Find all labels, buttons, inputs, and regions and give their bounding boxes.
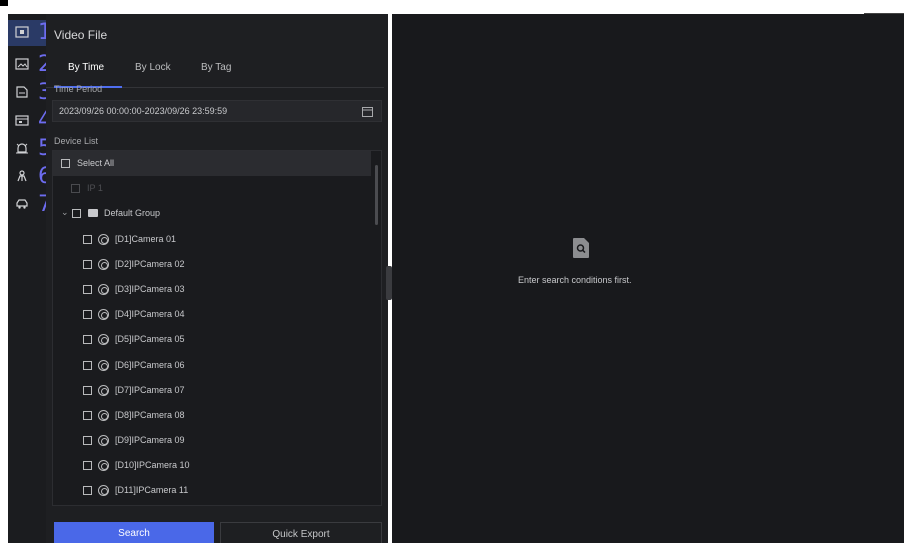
tab-by-lock[interactable]: By Lock [135,62,171,73]
tree-scrollbar[interactable] [375,165,378,225]
rail-item-vehicle[interactable]: 7 [8,192,52,218]
panel-title: Video File [54,28,108,42]
device-row[interactable]: [D1]Camera 01 [53,227,371,252]
search-button[interactable]: Search [54,522,214,543]
time-period-field[interactable]: 2023/09/26 00:00:00-2023/09/26 23:59:59 [52,100,382,122]
faint-device-label: IP 1 [87,183,103,193]
device-label: [D6]IPCamera 06 [115,360,185,370]
group-row[interactable]: ⌄ Default Group [53,201,371,226]
select-all-row[interactable]: Select All [53,151,371,176]
folder-icon [88,209,98,217]
device-label: [D1]Camera 01 [115,234,177,244]
video-file-icon [15,26,29,38]
rail-item-video-file[interactable]: 1 [8,20,52,46]
time-period-label: Time Period [54,84,103,94]
time-period-value: 2023/09/26 00:00:00-2023/09/26 23:59:59 [59,106,228,116]
device-row[interactable]: [D7]IPCamera 07 [53,378,371,403]
corner-mark [0,0,8,6]
rail-item-document[interactable]: 3 [8,80,52,106]
device-label: [D9]IPCamera 09 [115,435,185,445]
tab-by-time[interactable]: By Time [68,62,104,73]
select-all-label: Select All [77,158,115,168]
person-icon [17,170,27,182]
rail-item-picture[interactable]: 2 [8,52,52,78]
device-label: [D4]IPCamera 04 [115,309,185,319]
device-row[interactable]: [D9]IPCamera 09 [53,428,371,453]
device-checkbox[interactable] [83,461,92,470]
rail-item-alarm[interactable]: 5 [8,136,52,162]
device-label: [D7]IPCamera 07 [115,385,185,395]
device-label: [D5]IPCamera 05 [115,334,185,344]
alarm-icon [16,143,28,154]
camera-icon [98,410,109,421]
camera-icon [98,284,109,295]
camera-icon [98,309,109,320]
picture-icon [15,58,29,70]
device-checkbox[interactable] [83,386,92,395]
camera-icon [98,460,109,471]
top-strip [0,0,904,14]
tab-by-tag[interactable]: By Tag [201,62,231,73]
left-rail: 1 2 3 4 5 6 7 [8,14,52,543]
device-tree: Select All IP 1 ⌄ Default Group [D1]Came… [52,150,382,506]
faint-checkbox [71,184,80,193]
device-label: [D10]IPCamera 10 [115,460,190,470]
device-label: [D11]IPCamera 11 [115,485,189,495]
device-row[interactable]: [D8]IPCamera 08 [53,403,371,428]
calendar-icon[interactable] [362,106,373,117]
device-row[interactable]: [D10]IPCamera 10 [53,453,371,478]
calendar-event-icon [15,115,29,126]
group-checkbox[interactable] [72,209,81,218]
search-mode-tabs: By Time By Lock By Tag [46,54,384,88]
device-checkbox[interactable] [83,411,92,420]
faint-device-row: IP 1 [53,176,371,201]
vehicle-icon [16,199,28,209]
select-all-checkbox[interactable] [61,159,70,168]
camera-icon [98,435,109,446]
device-checkbox[interactable] [83,285,92,294]
empty-state-message: Enter search conditions first. [518,275,632,285]
camera-icon [98,334,109,345]
search-panel: Video File By Time By Lock By Tag Time P… [46,14,388,543]
device-list-label: Device List [54,136,99,146]
device-checkbox[interactable] [83,260,92,269]
device-label: [D3]IPCamera 03 [115,284,185,294]
camera-icon [98,234,109,245]
device-checkbox[interactable] [83,361,92,370]
chevron-down-icon[interactable]: ⌄ [61,207,69,218]
quick-export-button[interactable]: Quick Export [220,522,382,543]
device-row[interactable]: [D3]IPCamera 03 [53,277,371,302]
device-label: [D8]IPCamera 08 [115,410,185,420]
group-label: Default Group [104,208,161,218]
device-row[interactable]: [D4]IPCamera 04 [53,302,371,327]
device-row[interactable]: [D11]IPCamera 11 [53,478,371,503]
camera-icon [98,360,109,371]
device-checkbox[interactable] [83,310,92,319]
device-checkbox[interactable] [83,335,92,344]
device-row[interactable]: [D6]IPCamera 06 [53,353,371,378]
device-checkbox[interactable] [83,486,92,495]
camera-icon [98,259,109,270]
empty-search-icon [573,238,589,258]
device-row[interactable]: [D2]IPCamera 02 [53,252,371,277]
device-row[interactable]: [D5]IPCamera 05 [53,327,371,352]
device-label: [D2]IPCamera 02 [115,259,185,269]
rail-item-calendar-event[interactable]: 4 [8,108,52,134]
document-icon [16,86,28,98]
camera-icon [98,485,109,496]
results-area: Enter search conditions first. [392,14,904,543]
rail-item-person[interactable]: 6 [8,164,52,190]
camera-icon [98,385,109,396]
device-checkbox[interactable] [83,436,92,445]
device-checkbox[interactable] [83,235,92,244]
